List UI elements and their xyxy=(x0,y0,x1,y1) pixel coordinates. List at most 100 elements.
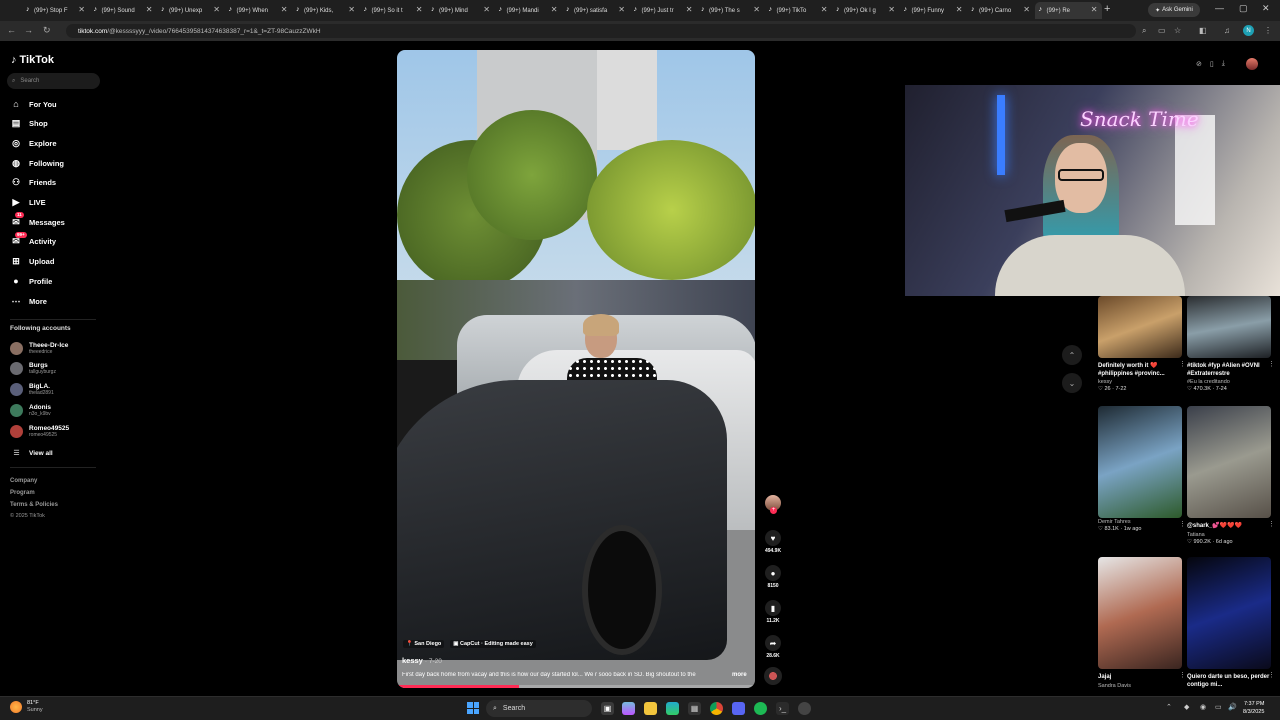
creator-avatar[interactable]: + xyxy=(762,495,784,514)
video-thumbnail[interactable] xyxy=(1098,406,1182,518)
close-tab-icon[interactable]: ✕ xyxy=(753,5,760,14)
new-tab-button[interactable]: + xyxy=(1104,3,1110,15)
close-tab-icon[interactable]: ✕ xyxy=(348,5,355,14)
browser-tab[interactable]: ♪ (99+) Unexp ✕ xyxy=(157,2,224,19)
location-tag[interactable]: 📍 San Diego xyxy=(403,640,445,648)
search-input[interactable]: ⌕ Search xyxy=(7,73,100,89)
browser-tab[interactable]: ♪ (99+) Mandi ✕ xyxy=(495,2,562,19)
follow-plus-icon[interactable]: + xyxy=(770,507,777,514)
more-options-icon[interactable]: ⋮ xyxy=(1268,520,1275,528)
minimize-icon[interactable]: — xyxy=(1215,3,1224,13)
browser-menu-icon[interactable]: ⋮ xyxy=(1264,26,1272,35)
close-window-icon[interactable]: ✕ xyxy=(1262,3,1270,14)
tray-chevron-icon[interactable]: ⌃ xyxy=(1166,703,1172,711)
copilot-icon[interactable] xyxy=(622,702,635,715)
close-tab-icon[interactable]: ✕ xyxy=(416,5,423,14)
taskbar-search[interactable]: ⌕ Search xyxy=(486,700,592,717)
store-icon[interactable]: ▦ xyxy=(688,702,701,715)
more-options-icon[interactable]: ⋮ xyxy=(1179,360,1186,368)
close-tab-icon[interactable]: ✕ xyxy=(1091,5,1098,14)
next-video-button[interactable]: ⌄ xyxy=(1062,373,1082,393)
share-button[interactable]: ➦ 28.6K xyxy=(762,635,784,659)
sidebar-item-activity[interactable]: ✉ 99+ Activity xyxy=(10,231,56,249)
chrome-icon[interactable] xyxy=(710,702,723,715)
following-account[interactable]: BigLA. thelad2891 xyxy=(10,382,54,398)
browser-tab[interactable]: ♪ (99+) Sound ✕ xyxy=(90,2,157,19)
like-button[interactable]: ♥ 494.9K xyxy=(762,530,784,554)
video-progress-bar[interactable] xyxy=(397,685,755,688)
save-button[interactable]: ▮ 11.2K xyxy=(762,600,784,624)
video-author[interactable]: kessy · 7-20 xyxy=(402,656,442,665)
recommended-video[interactable]: @shark_💕❤️❤️❤️ Tatiana ♡ 990.2K · 6d ago ⋮ xyxy=(1187,406,1275,545)
terminal-icon[interactable]: ›_ xyxy=(776,702,789,715)
network-icon[interactable]: ▭ xyxy=(1215,703,1222,711)
sidebar-item-explore[interactable]: ◎ Explore xyxy=(10,136,56,150)
recommended-video[interactable]: Demir Tahres ♡ 83.1K · 1w ago ⋮ xyxy=(1098,406,1186,532)
sidebar-item-upload[interactable]: ⊞ Upload xyxy=(10,255,54,269)
footer-program[interactable]: Program xyxy=(10,490,35,496)
footer-terms[interactable]: Terms & Policies xyxy=(10,502,58,508)
sidebar-item-profile[interactable]: ● Profile xyxy=(10,274,52,288)
close-tab-icon[interactable]: ✕ xyxy=(213,5,220,14)
spotify-icon[interactable] xyxy=(754,702,767,715)
close-tab-icon[interactable]: ✕ xyxy=(888,5,895,14)
sidebar-item-more[interactable]: ⋯ More xyxy=(10,294,47,308)
sidebar-item-live[interactable]: ▶ LIVE xyxy=(10,196,46,210)
more-options-icon[interactable]: ⋮ xyxy=(1268,360,1275,368)
ask-gemini-button[interactable]: ✦ Ask Gemini xyxy=(1148,3,1200,17)
recommended-video[interactable]: Definitely worth it ❤️ #philippines #pro… xyxy=(1098,296,1186,392)
forward-icon[interactable]: → xyxy=(24,25,33,35)
taskbar-clock[interactable]: 7:37 PM 8/3/2025 xyxy=(1243,700,1264,716)
bookmark-star-icon[interactable]: ☆ xyxy=(1174,26,1181,35)
close-tab-icon[interactable]: ✕ xyxy=(146,5,153,14)
sidebar-item-friends[interactable]: ⚇ Friends xyxy=(10,176,56,190)
video-thumbnail[interactable] xyxy=(1187,406,1271,518)
capcut-tag[interactable]: ▣ CapCut · Editing made easy xyxy=(450,640,536,648)
browser-tab[interactable]: ♪ (99+) Ok I g ✕ xyxy=(832,2,899,19)
sidebar-item-messages[interactable]: ✉ 11 Messages xyxy=(10,212,65,229)
close-tab-icon[interactable]: ✕ xyxy=(686,5,693,14)
sidebar-item-following[interactable]: ◍ Following xyxy=(10,156,64,170)
volume-icon[interactable]: 🔊 xyxy=(1228,703,1237,711)
more-options-icon[interactable]: ⋮ xyxy=(1179,520,1186,528)
more-options-icon[interactable]: ⋮ xyxy=(1268,671,1275,679)
sidebar-item-shop[interactable]: ▤ Shop xyxy=(10,117,48,131)
media-icon[interactable]: ♫ xyxy=(1224,26,1230,35)
close-tab-icon[interactable]: ✕ xyxy=(618,5,625,14)
browser-tab[interactable]: ♪ (99+) So it t ✕ xyxy=(360,2,427,19)
windows-start-icon[interactable] xyxy=(467,702,479,714)
close-tab-icon[interactable]: ✕ xyxy=(281,5,288,14)
task-view-icon[interactable]: ▣ xyxy=(601,702,614,715)
close-tab-icon[interactable]: ✕ xyxy=(821,5,828,14)
coins-icon[interactable]: ⊘ xyxy=(1196,60,1202,68)
browser-tab[interactable]: ♪ (99+) Funny ✕ xyxy=(900,2,967,19)
more-options-icon[interactable]: ⋮ xyxy=(1179,671,1186,679)
zoom-icon[interactable]: ⌕ xyxy=(1142,26,1146,36)
edge-icon[interactable] xyxy=(666,702,679,715)
browser-tab[interactable]: ♪ (99+) When ✕ xyxy=(225,2,292,19)
maximize-icon[interactable]: ▢ xyxy=(1239,3,1248,14)
obs-icon[interactable] xyxy=(798,702,811,715)
user-avatar[interactable] xyxy=(1246,58,1258,70)
inbox-icon[interactable]: ▯ xyxy=(1210,60,1214,68)
music-disc[interactable] xyxy=(762,667,784,685)
browser-tab[interactable]: ♪ (99+) satisfa ✕ xyxy=(562,2,629,19)
reload-icon[interactable]: ↻ xyxy=(43,25,51,36)
footer-company[interactable]: Company xyxy=(10,478,37,484)
video-thumbnail[interactable] xyxy=(1098,296,1182,358)
extensions-icon[interactable]: ◧ xyxy=(1199,26,1207,35)
download-icon[interactable]: ⤓ xyxy=(1222,60,1225,68)
close-tab-icon[interactable]: ✕ xyxy=(78,5,85,14)
browser-tab[interactable]: ♪ (99+) TikTo ✕ xyxy=(765,2,832,19)
video-thumbnail[interactable] xyxy=(1098,557,1182,669)
browser-tab[interactable]: ♪ (99+) Carno ✕ xyxy=(967,2,1034,19)
browser-tab[interactable]: ♪ (99+) Just tr ✕ xyxy=(630,2,697,19)
cast-icon[interactable]: ▭ xyxy=(1158,26,1166,35)
following-account[interactable]: Burgs tallguyburgz xyxy=(10,361,56,377)
more-button[interactable]: more xyxy=(732,672,747,678)
recommended-video[interactable]: #tiktok #fyp #Alien #OVNI #Extraterrestr… xyxy=(1187,296,1275,392)
previous-video-button[interactable]: ⌃ xyxy=(1062,345,1082,365)
browser-tab[interactable]: ♪ (99+) Re ✕ xyxy=(1034,2,1102,19)
video-thumbnail[interactable] xyxy=(1187,296,1271,358)
recommended-video[interactable]: Jajaj Sandra Davis ⋮ xyxy=(1098,557,1186,689)
